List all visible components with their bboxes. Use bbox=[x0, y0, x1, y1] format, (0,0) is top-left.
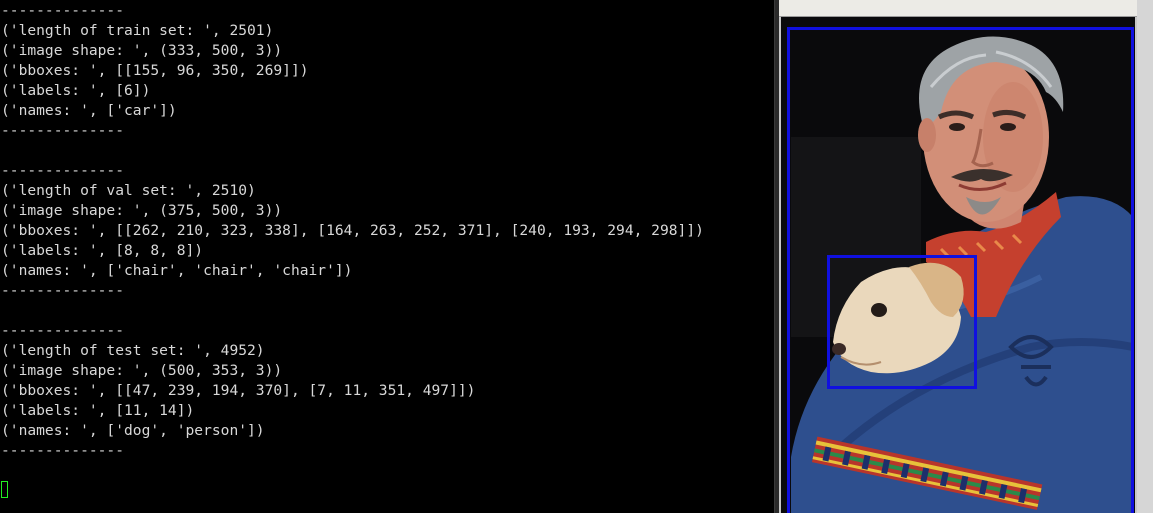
terminal-line: ('length of test set: ', 4952) bbox=[1, 342, 265, 359]
terminal-line: ('image shape: ', (500, 353, 3)) bbox=[1, 362, 283, 379]
terminal-line: -------------- bbox=[1, 282, 125, 299]
terminal-line: -------------- bbox=[1, 322, 125, 339]
terminal-output: -------------- ('length of train set: ',… bbox=[1, 1, 704, 461]
viewer-title-bar[interactable] bbox=[779, 0, 1153, 17]
terminal-line: ('bboxes: ', [[262, 210, 323, 338], [164… bbox=[1, 222, 704, 239]
terminal-window[interactable]: -------------- ('length of train set: ',… bbox=[0, 0, 774, 513]
terminal-line: ('labels: ', [8, 8, 8]) bbox=[1, 242, 204, 259]
terminal-cursor bbox=[1, 481, 8, 498]
terminal-line: -------------- bbox=[1, 122, 125, 139]
terminal-line: ('length of val set: ', 2510) bbox=[1, 182, 256, 199]
terminal-line: ('names: ', ['dog', 'person']) bbox=[1, 422, 265, 439]
image-viewer-window[interactable] bbox=[779, 0, 1153, 513]
terminal-line: ('length of train set: ', 2501) bbox=[1, 22, 274, 39]
terminal-line: -------------- bbox=[1, 2, 125, 19]
terminal-line: ('labels: ', [6]) bbox=[1, 82, 151, 99]
terminal-line: ('names: ', ['chair', 'chair', 'chair']) bbox=[1, 262, 353, 279]
terminal-line: -------------- bbox=[1, 442, 125, 459]
terminal-line: ('labels: ', [11, 14]) bbox=[1, 402, 195, 419]
terminal-line: ('image shape: ', (375, 500, 3)) bbox=[1, 202, 283, 219]
terminal-line: -------------- bbox=[1, 162, 125, 179]
terminal-line: ('image shape: ', (333, 500, 3)) bbox=[1, 42, 283, 59]
viewer-window-edge bbox=[1137, 0, 1153, 513]
terminal-line: ('bboxes: ', [[155, 96, 350, 269]]) bbox=[1, 62, 309, 79]
screen: -------------- ('length of train set: ',… bbox=[0, 0, 1153, 513]
terminal-line: ('bboxes: ', [[47, 239, 194, 370], [7, 1… bbox=[1, 382, 476, 399]
terminal-line: ('names: ', ['car']) bbox=[1, 102, 177, 119]
detection-image bbox=[781, 17, 1135, 513]
